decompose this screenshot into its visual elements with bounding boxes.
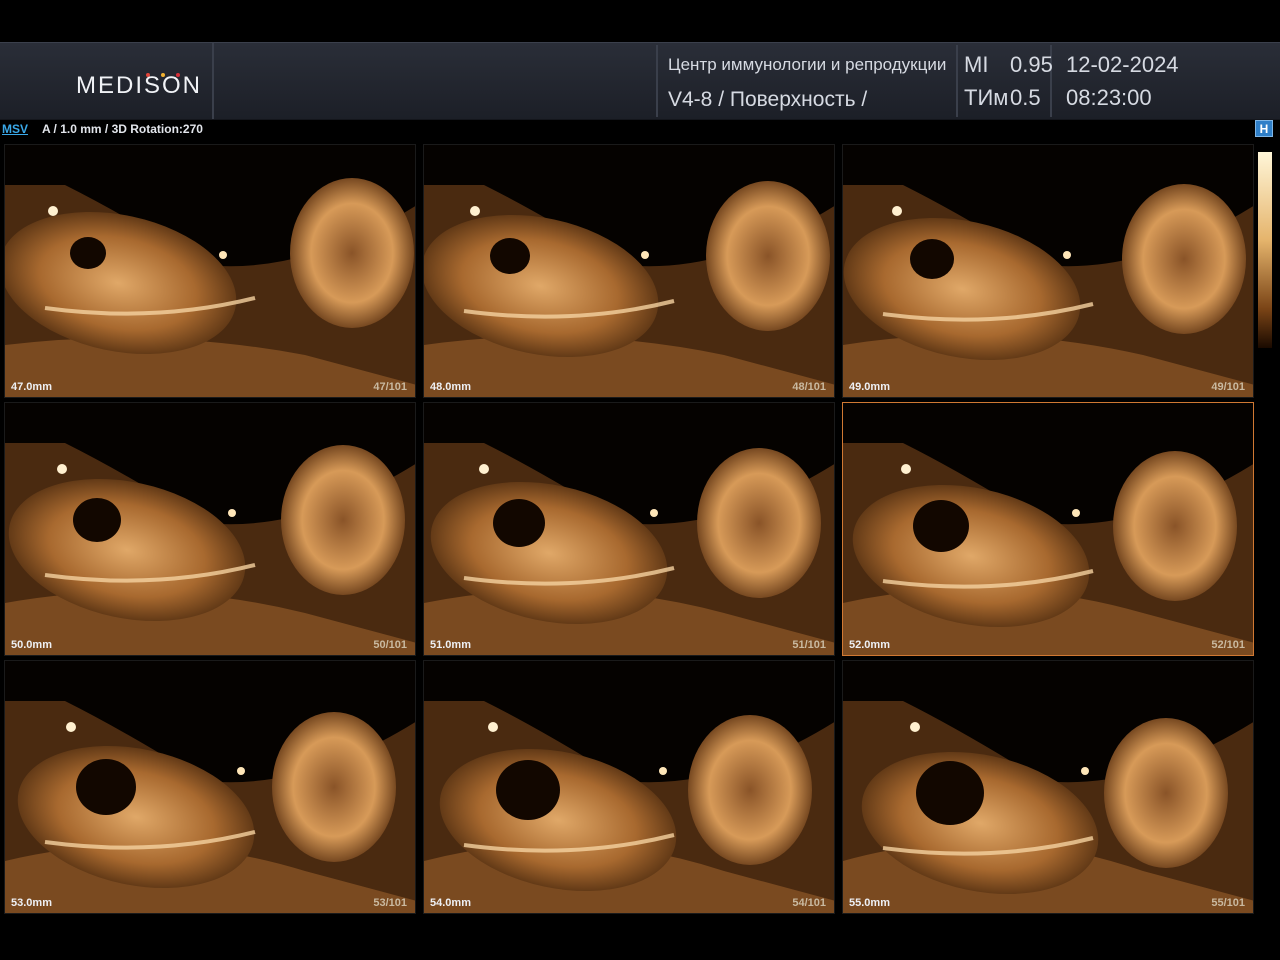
ultrasound-image — [424, 403, 834, 655]
ultrasound-slice[interactable]: 52.0mm 52/101 — [842, 402, 1254, 656]
ultrasound-slice[interactable]: 51.0mm 51/101 — [423, 402, 835, 656]
ultrasound-image — [843, 661, 1253, 913]
mi-value: 0.95 — [1010, 52, 1053, 77]
medison-logo: MEDISON — [0, 43, 214, 119]
institution-name: Центр иммунологии и репродукции — [668, 55, 947, 74]
ultrasound-image — [5, 145, 415, 397]
slice-index-label: 54/101 — [792, 897, 826, 909]
grayscale-map-bar — [1258, 152, 1272, 348]
slice-depth-label: 49.0mm — [849, 381, 890, 393]
info-bar: MSV A / 1.0 mm / 3D Rotation:270 — [0, 119, 1280, 141]
slice-depth-label: 52.0mm — [849, 639, 890, 651]
ultrasound-slice[interactable]: 47.0mm 47/101 — [4, 144, 416, 398]
slice-index-label: 52/101 — [1211, 639, 1245, 651]
ti-value: 0.5 — [1010, 85, 1041, 110]
msv-mode-link[interactable]: MSV — [2, 122, 28, 136]
slice-depth-label: 51.0mm — [430, 639, 471, 651]
exam-time: 08:23:00 — [1066, 85, 1152, 110]
slice-depth-label: 48.0mm — [430, 381, 471, 393]
ultrasound-image — [5, 403, 415, 655]
ultrasound-slice[interactable]: 54.0mm 54/101 — [423, 660, 835, 914]
ultrasound-image — [424, 661, 834, 913]
slice-depth-label: 53.0mm — [11, 897, 52, 909]
ultrasound-slice[interactable]: 53.0mm 53/101 — [4, 660, 416, 914]
ultrasound-slice[interactable]: 49.0mm 49/101 — [842, 144, 1254, 398]
slice-index-label: 47/101 — [373, 381, 407, 393]
slice-depth-label: 55.0mm — [849, 897, 890, 909]
exam-date: 12-02-2024 — [1066, 52, 1179, 77]
slice-index-label: 51/101 — [792, 639, 826, 651]
slice-depth-label: 54.0mm — [430, 897, 471, 909]
slice-index-label: 48/101 — [792, 381, 826, 393]
slice-index-label: 55/101 — [1211, 897, 1245, 909]
h-button[interactable]: H — [1255, 120, 1273, 137]
slice-index-label: 53/101 — [373, 897, 407, 909]
ultrasound-image — [843, 145, 1253, 397]
probe-mode: V4-8 / Поверхность / — [668, 88, 868, 111]
slice-depth-label: 50.0mm — [11, 639, 52, 651]
ultrasound-slice[interactable]: 50.0mm 50/101 — [4, 402, 416, 656]
ultrasound-slice[interactable]: 55.0mm 55/101 — [842, 660, 1254, 914]
slice-index-label: 49/101 — [1211, 381, 1245, 393]
ultrasound-image — [843, 403, 1253, 655]
slice-index-label: 50/101 — [373, 639, 407, 651]
ti-label: ТИм — [964, 85, 1009, 110]
ultrasound-image — [424, 145, 834, 397]
ultrasound-slice[interactable]: 48.0mm 48/101 — [423, 144, 835, 398]
ultrasound-image — [5, 661, 415, 913]
header-bar: MEDISON Центр иммунологии и репродукции … — [0, 42, 1280, 120]
logo-text: MEDISON — [76, 72, 203, 99]
mi-label: MI — [964, 52, 989, 77]
slice-parameters: A / 1.0 mm / 3D Rotation:270 — [42, 122, 203, 136]
slice-depth-label: 47.0mm — [11, 381, 52, 393]
